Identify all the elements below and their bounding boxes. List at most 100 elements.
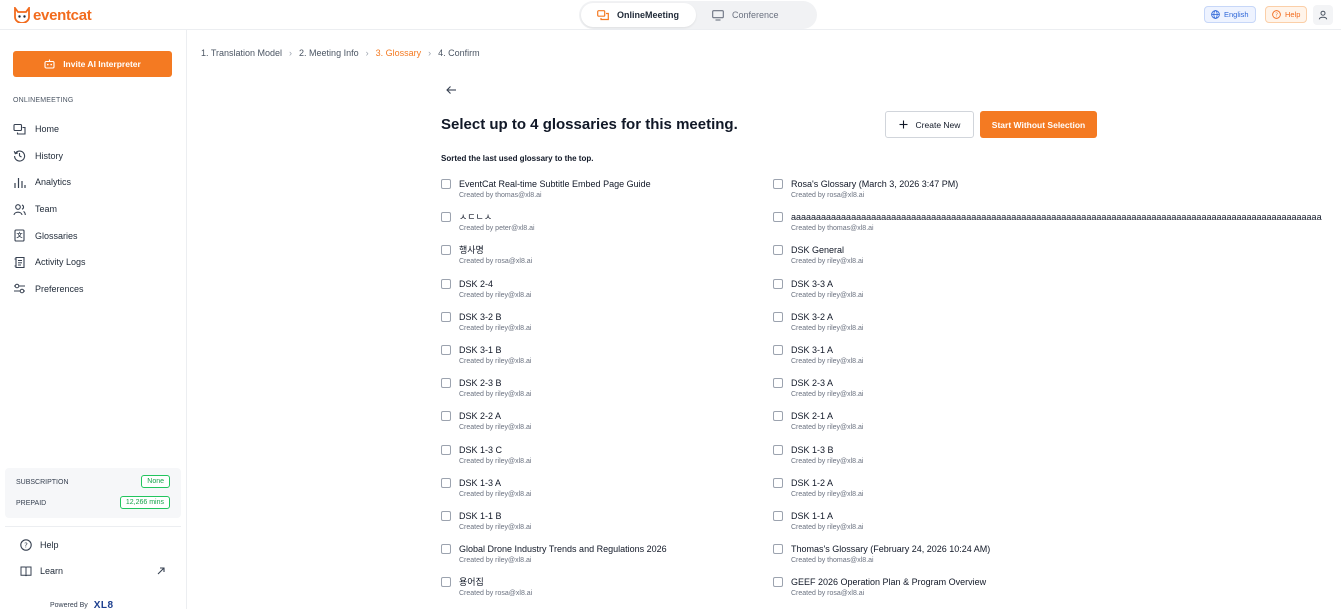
glossary-checkbox[interactable] [441, 311, 451, 322]
glossary-item[interactable]: ㅅㄷㄴㅅ Created by peter@xl8.ai [441, 211, 761, 244]
glossary-item[interactable]: aaaaaaaaaaaaaaaaaaaaaaaaaaaaaaaaaaaaaaaa… [773, 211, 1341, 244]
glossary-item[interactable]: 용어집 Created by rosa@xl8.ai [441, 576, 761, 609]
invite-ai-interpreter-button[interactable]: Invite AI Interpreter [13, 51, 172, 77]
glossary-creator: Created by riley@xl8.ai [791, 523, 864, 531]
glossary-checkbox[interactable] [441, 344, 451, 355]
robot-icon [44, 59, 55, 69]
glossary-checkbox[interactable] [441, 411, 451, 422]
mode-conference[interactable]: Conference [696, 3, 795, 27]
help-button-top[interactable]: ? Help [1265, 6, 1308, 23]
glossary-item[interactable]: DSK 3-3 A Created by riley@xl8.ai [773, 278, 1341, 311]
sidebar-item-team[interactable]: Team [13, 196, 173, 223]
glossary-creator: Created by rosa@xl8.ai [459, 258, 533, 266]
sidebar-item-glossaries[interactable]: 文 Glossaries [13, 222, 173, 249]
glossary-checkbox[interactable] [773, 444, 783, 455]
glossary-checkbox[interactable] [773, 311, 783, 322]
glossary-item-text: DSK 1-1 A Created by riley@xl8.ai [791, 510, 863, 533]
glossary-item[interactable]: DSK 2-3 B Created by riley@xl8.ai [441, 377, 761, 410]
sidebar-item-preferences[interactable]: Preferences [13, 276, 173, 303]
glossary-checkbox[interactable] [773, 278, 783, 289]
glossary-checkbox[interactable] [773, 344, 783, 355]
glossary-checkbox[interactable] [441, 278, 451, 289]
sidebar-item-analytics[interactable]: Analytics [13, 169, 173, 196]
glossary-item[interactable]: DSK 3-1 A Created by riley@xl8.ai [773, 344, 1341, 377]
breadcrumb-step-2[interactable]: 2. Meeting Info [299, 48, 359, 58]
start-without-selection-button[interactable]: Start Without Selection [980, 111, 1097, 138]
chevron-right-icon: › [365, 48, 369, 58]
glossary-item[interactable]: DSK 3-2 A Created by riley@xl8.ai [773, 311, 1341, 344]
sliders-icon [14, 284, 25, 294]
glossary-item-text: DSK 2-2 A Created by riley@xl8.ai [459, 410, 531, 433]
language-button[interactable]: English [1204, 6, 1256, 23]
glossary-checkbox[interactable] [441, 444, 451, 455]
glossary-checkbox[interactable] [773, 179, 783, 189]
svg-text:?: ? [1275, 13, 1278, 19]
glossary-item[interactable]: DSK 1-2 A Created by riley@xl8.ai [773, 477, 1341, 510]
glossary-item[interactable]: DSK 2-3 A Created by riley@xl8.ai [773, 377, 1341, 410]
glossary-item[interactable]: DSK General Created by riley@xl8.ai [773, 244, 1341, 277]
breadcrumb-step-3[interactable]: 3. Glossary [376, 48, 422, 58]
user-menu-button[interactable] [1313, 5, 1333, 25]
glossary-name: DSK 1-3 A [459, 477, 502, 488]
glossary-item[interactable]: DSK 1-1 A Created by riley@xl8.ai [773, 510, 1341, 543]
glossary-name: DSK 2-4 [459, 278, 494, 289]
breadcrumb: 1. Translation Model › 2. Meeting Info ›… [201, 48, 480, 58]
prepaid-label: PREPAID [16, 500, 47, 507]
glossary-checkbox[interactable] [773, 378, 783, 389]
glossary-item[interactable]: EventCat Real-time Subtitle Embed Page G… [441, 178, 761, 211]
glossary-checkbox[interactable] [773, 245, 783, 256]
eventcat-logo[interactable]: eventcat [13, 6, 92, 24]
glossary-item[interactable]: DSK 3-2 B Created by riley@xl8.ai [441, 311, 761, 344]
create-new-button[interactable]: Create New [885, 111, 974, 138]
glossary-checkbox[interactable] [773, 212, 783, 223]
glossary-item[interactable]: Global Drone Industry Trends and Regulat… [441, 543, 761, 576]
glossary-item[interactable]: DSK 2-1 A Created by riley@xl8.ai [773, 410, 1341, 443]
glossary-checkbox[interactable] [773, 477, 783, 488]
back-arrow-icon[interactable] [445, 84, 457, 96]
glossary-item[interactable]: DSK 1-1 B Created by riley@xl8.ai [441, 510, 761, 543]
glossary-checkbox[interactable] [441, 179, 451, 189]
glossary-checkbox[interactable] [773, 544, 783, 555]
glossary-item[interactable]: 행사명 Created by rosa@xl8.ai [441, 244, 761, 277]
glossary-checkbox[interactable] [773, 577, 783, 588]
glossary-item[interactable]: GEEF 2026 Operation Plan & Program Overv… [773, 576, 1341, 609]
glossary-checkbox[interactable] [773, 510, 783, 521]
top-bar: eventcat OnlineMeeting Conference Englis… [0, 0, 1341, 30]
glossary-creator: Created by riley@xl8.ai [791, 324, 864, 332]
glossary-item[interactable]: DSK 1-3 A Created by riley@xl8.ai [441, 477, 761, 510]
breadcrumb-step-4[interactable]: 4. Confirm [438, 48, 480, 58]
glossary-name: DSK 1-2 A [791, 477, 834, 488]
glossary-checkbox[interactable] [441, 378, 451, 389]
page-title: Select up to 4 glossaries for this meeti… [441, 116, 738, 133]
external-link-icon[interactable] [157, 567, 165, 575]
glossary-item[interactable]: DSK 1-3 C Created by riley@xl8.ai [441, 444, 761, 477]
glossary-item[interactable]: Rosa's Glossary (March 3, 2026 3:47 PM) C… [773, 178, 1341, 211]
sidebar-learn[interactable]: Learn [20, 565, 63, 577]
mode-online-meeting[interactable]: OnlineMeeting [581, 3, 696, 27]
sidebar-help[interactable]: ? Help [20, 539, 59, 551]
glossary-checkbox[interactable] [773, 411, 783, 422]
breadcrumb-step-1[interactable]: 1. Translation Model [201, 48, 282, 58]
monitor-icon [712, 9, 724, 21]
glossary-checkbox[interactable] [441, 212, 451, 223]
sidebar-item-home[interactable]: Home [13, 116, 173, 143]
glossary-checkbox[interactable] [441, 477, 451, 488]
glossary-item[interactable]: DSK 1-3 B Created by riley@xl8.ai [773, 444, 1341, 477]
glossary-item[interactable]: DSK 2-4 Created by riley@xl8.ai [441, 278, 761, 311]
glossary-item[interactable]: Thomas's Glossary (February 24, 2026 10:… [773, 543, 1341, 576]
glossary-creator: Created by thomas@xl8.ai [791, 557, 874, 565]
glossary-checkbox[interactable] [441, 510, 451, 521]
glossary-checkbox[interactable] [441, 245, 451, 256]
glossary-name: DSK 1-1 B [459, 510, 502, 521]
glossary-item-text: DSK 1-3 C Created by riley@xl8.ai [459, 444, 531, 467]
glossary-item-text: DSK 1-3 B Created by riley@xl8.ai [791, 444, 863, 467]
sidebar-item-activity-logs[interactable]: Activity Logs [13, 249, 173, 276]
sidebar-item-history[interactable]: History [13, 143, 173, 170]
glossary-item-text: GEEF 2026 Operation Plan & Program Overv… [791, 576, 986, 599]
glossary-item[interactable]: DSK 3-1 B Created by riley@xl8.ai [441, 344, 761, 377]
glossary-item[interactable]: DSK 2-2 A Created by riley@xl8.ai [441, 410, 761, 443]
glossary-checkbox[interactable] [441, 544, 451, 555]
glossary-creator: Created by rosa@xl8.ai [791, 590, 865, 598]
glossary-checkbox[interactable] [441, 577, 451, 588]
glossary-name: DSK General [791, 245, 845, 256]
